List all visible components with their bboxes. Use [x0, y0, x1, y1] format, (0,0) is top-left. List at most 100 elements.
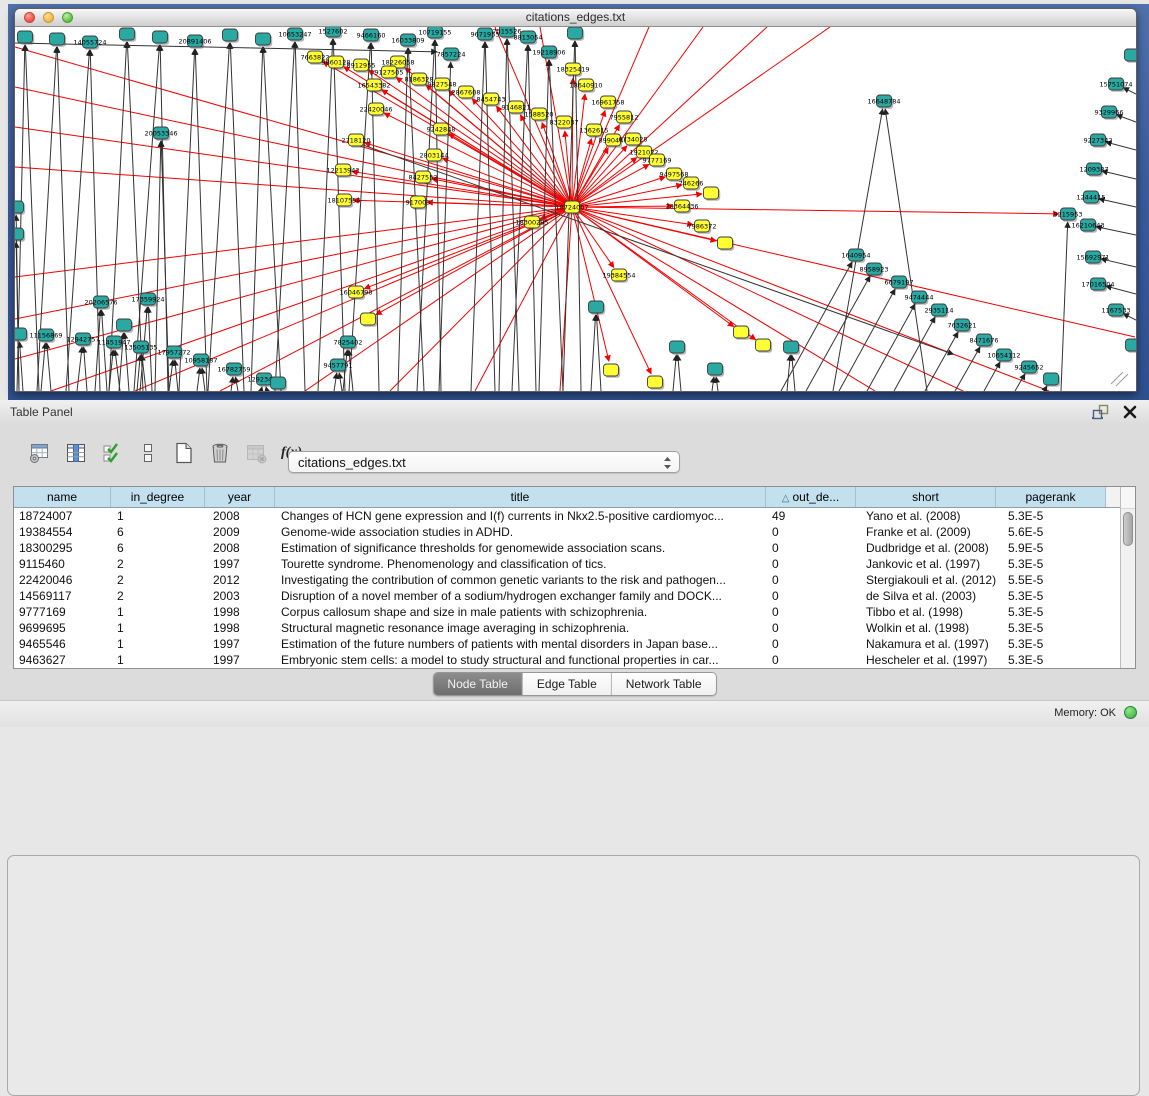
tab-network-table[interactable]: Network Table	[612, 673, 716, 695]
float-panel-icon[interactable]	[1092, 404, 1109, 420]
network-edge-black[interactable]	[261, 387, 262, 391]
network-node[interactable]	[120, 28, 135, 40]
select-all-checks-icon[interactable]	[98, 440, 125, 467]
network-edge-black[interactable]	[334, 373, 337, 391]
network-edge-red[interactable]	[572, 157, 637, 207]
network-edge-black[interactable]	[84, 347, 87, 391]
stacked-squares-icon[interactable]	[134, 440, 161, 467]
network-window-titlebar[interactable]: citations_edges.txt	[15, 9, 1136, 27]
table-selector-dropdown[interactable]: citations_edges.txt	[288, 451, 680, 473]
table-row[interactable]: 946362711997Embryonic stem cells: a mode…	[14, 652, 1135, 668]
network-node[interactable]	[18, 31, 33, 43]
network-node[interactable]	[15, 228, 24, 240]
network-node[interactable]	[223, 29, 238, 41]
network-edge-red[interactable]	[572, 94, 585, 207]
network-edge-red[interactable]	[442, 158, 572, 207]
network-edge-black[interactable]	[230, 43, 244, 391]
network-node[interactable]	[50, 33, 65, 45]
network-node[interactable]	[734, 326, 749, 338]
network-edge-black[interactable]	[417, 40, 435, 391]
column-header-pagerank[interactable]: pagerank	[996, 487, 1106, 507]
network-edge-black[interactable]	[408, 48, 424, 391]
close-panel-icon[interactable]	[1123, 405, 1137, 419]
network-edge-black[interactable]	[398, 48, 408, 391]
network-edge-black[interactable]	[439, 62, 451, 391]
table-row[interactable]: 977716911998Corpus callosum shape and si…	[14, 604, 1135, 620]
network-node[interactable]	[568, 27, 583, 39]
table-vertical-scrollbar[interactable]	[1120, 487, 1135, 668]
scrollbar-thumb[interactable]	[1123, 512, 1133, 546]
table-row[interactable]: 1456911722003Disruption of a novel membe…	[14, 588, 1135, 604]
column-header-title[interactable]: title	[275, 487, 766, 507]
table-row[interactable]: 2242004622012Investigating the contribut…	[14, 572, 1135, 588]
network-edge-black[interactable]	[175, 360, 178, 391]
network-edge-black[interactable]	[792, 355, 795, 391]
network-edge-black[interactable]	[371, 43, 379, 391]
network-node[interactable]	[117, 319, 132, 331]
network-edge-black[interactable]	[295, 42, 305, 391]
network-node[interactable]	[15, 201, 24, 213]
network-node[interactable]	[15, 328, 27, 340]
network-edge-red[interactable]	[382, 90, 572, 207]
network-edge-black[interactable]	[712, 377, 714, 391]
network-edge-black[interactable]	[955, 347, 980, 391]
network-node[interactable]	[256, 33, 271, 45]
network-edge-black[interactable]	[435, 40, 441, 391]
network-edge-black[interactable]	[894, 317, 935, 391]
table-row[interactable]: 1830029562008Estimation of significance …	[14, 540, 1135, 556]
network-node[interactable]	[1125, 49, 1137, 61]
network-edge-black[interactable]	[867, 304, 915, 391]
column-header-in_degree[interactable]: in_degree	[111, 487, 205, 507]
network-edge-black[interactable]	[591, 315, 596, 391]
network-edge-black[interactable]	[885, 109, 927, 391]
network-edge-black[interactable]	[179, 49, 195, 391]
table-row[interactable]: 1872400712008Changes of HCN gene express…	[14, 508, 1135, 524]
network-edge-black[interactable]	[806, 276, 870, 391]
network-node[interactable]	[708, 363, 723, 375]
tab-edge-table[interactable]: Edge Table	[523, 673, 612, 695]
network-edge-black[interactable]	[339, 373, 342, 391]
network-edge-black[interactable]	[678, 355, 681, 391]
network-node[interactable]	[648, 376, 663, 388]
network-edge-black[interactable]	[925, 332, 958, 391]
network-edge-black[interactable]	[1061, 222, 1068, 391]
network-edge-black[interactable]	[673, 355, 676, 391]
table-row[interactable]: 969969511998Structural magnetic resonanc…	[14, 620, 1135, 636]
network-edge-black[interactable]	[208, 43, 230, 391]
network-edge-red[interactable]	[572, 207, 756, 340]
network-node[interactable]	[361, 313, 376, 325]
network-graph[interactable]: 1405572420891406106532471527602946616016…	[15, 27, 1136, 391]
network-edge-black[interactable]	[235, 377, 238, 391]
network-edge-black[interactable]	[1015, 374, 1025, 391]
network-edge-black[interactable]	[41, 343, 45, 391]
network-edge-black[interactable]	[318, 39, 333, 391]
column-header-short[interactable]: short	[856, 487, 996, 507]
network-node[interactable]	[756, 339, 771, 351]
network-edge-black[interactable]	[275, 42, 295, 391]
select-columns-icon[interactable]	[62, 440, 89, 467]
delete-trash-icon[interactable]	[206, 440, 233, 467]
network-edge-red[interactable]	[475, 207, 572, 391]
network-node[interactable]	[670, 341, 685, 353]
network-node[interactable]	[704, 187, 719, 199]
network-edge-black[interactable]	[102, 310, 107, 391]
network-edge-black[interactable]	[202, 368, 205, 391]
new-file-icon[interactable]	[170, 440, 197, 467]
network-node[interactable]	[1044, 373, 1059, 385]
tab-node-table[interactable]: Node Table	[433, 673, 523, 695]
table-row[interactable]: 911546021997Tourette syndrome. Phenomeno…	[14, 556, 1135, 572]
network-edge-black[interactable]	[134, 45, 159, 391]
network-node[interactable]	[718, 237, 733, 249]
table-row[interactable]: 946554611997Estimation of the future num…	[14, 636, 1135, 652]
network-edge-red[interactable]	[572, 207, 875, 391]
network-edge-black[interactable]	[77, 347, 82, 391]
network-node[interactable]	[271, 377, 286, 389]
table-settings-icon[interactable]	[26, 440, 53, 467]
network-edge-black[interactable]	[197, 368, 200, 391]
network-edge-black[interactable]	[266, 387, 267, 391]
network-canvas[interactable]: 1405572420891406106532471527602946616016…	[15, 27, 1136, 391]
network-edge-black[interactable]	[20, 342, 23, 391]
network-node[interactable]	[1126, 339, 1137, 351]
column-header-out_de[interactable]: △out_de...	[766, 487, 856, 507]
network-edge-black[interactable]	[716, 377, 718, 391]
